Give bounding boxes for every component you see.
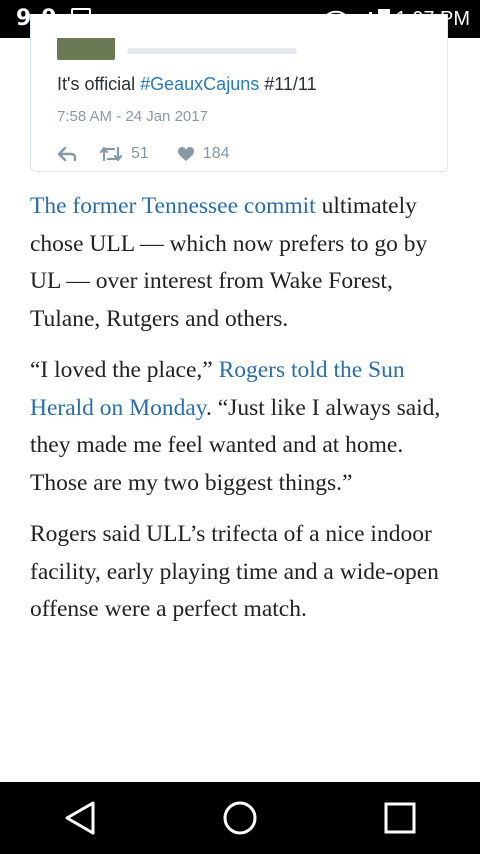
article-paragraph-2: “I loved the place,” Rogers told the Sun…: [30, 352, 450, 502]
article-paragraph-3: Rogers said ULL’s trifecta of a nice ind…: [30, 516, 450, 629]
retweet-icon: [99, 146, 123, 162]
recents-button[interactable]: [370, 788, 430, 848]
retweet-button[interactable]: 51: [99, 145, 149, 163]
tweet-text: It's official #GeauxCajuns #11/11: [57, 74, 317, 95]
embedded-tweet[interactable]: It's official #GeauxCajuns #11/11 7:58 A…: [30, 14, 448, 172]
avatar[interactable]: [57, 38, 115, 60]
home-icon: [223, 801, 257, 835]
paragraph-2-quote-open: “I loved the place,”: [30, 357, 219, 383]
tweet-text-prefix: It's official: [57, 74, 141, 94]
hashtag-link[interactable]: #GeauxCajuns: [140, 74, 259, 94]
tweet-timestamp[interactable]: 7:58 AM - 24 Jan 2017: [57, 108, 208, 125]
like-count: 184: [202, 145, 230, 162]
article-body: The former Tennessee commit ultimately c…: [30, 188, 450, 643]
reply-icon: [57, 146, 77, 162]
tweet-actions: 51 184: [57, 145, 230, 163]
paragraph-3-text: Rogers said ULL’s trifecta of a nice ind…: [30, 521, 439, 622]
tennessee-commit-link[interactable]: The former Tennessee commit: [30, 193, 316, 219]
tweet-author-handle[interactable]: [127, 48, 297, 54]
tweet-text-suffix: #11/11: [259, 74, 317, 94]
home-button[interactable]: [210, 788, 270, 848]
heart-icon: [177, 147, 194, 161]
reply-button[interactable]: [57, 146, 77, 162]
recents-icon: [384, 802, 416, 834]
navigation-bar: [0, 782, 480, 854]
back-icon: [65, 801, 95, 835]
article-paragraph-1: The former Tennessee commit ultimately c…: [30, 188, 450, 338]
retweet-count: 51: [131, 145, 149, 162]
back-button[interactable]: [50, 788, 110, 848]
like-button[interactable]: 184: [177, 145, 230, 163]
